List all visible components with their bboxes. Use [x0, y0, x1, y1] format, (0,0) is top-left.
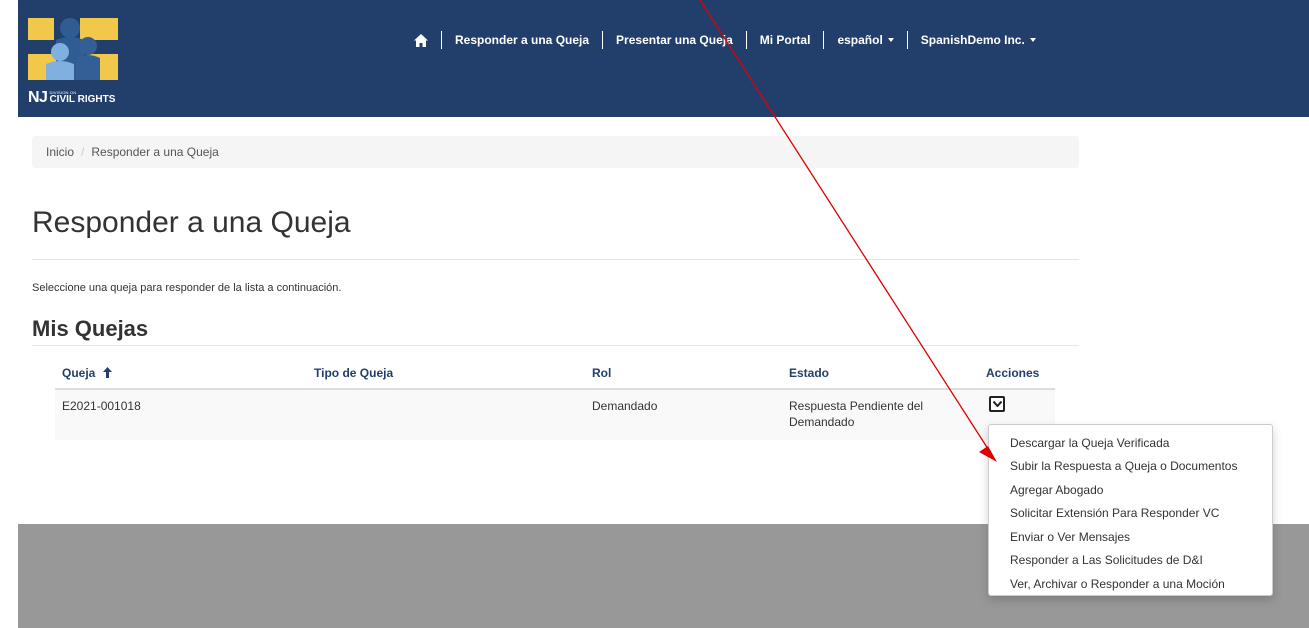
table-row: E2021-001018 Demandado Respuesta Pendien…	[55, 390, 1055, 440]
nav-language-dropdown[interactable]: español	[837, 33, 894, 47]
caret-down-icon	[1029, 38, 1036, 42]
column-header-acciones: Acciones	[986, 366, 1040, 380]
nav-separator	[823, 31, 825, 49]
nav-mi-portal[interactable]: Mi Portal	[760, 33, 811, 47]
breadcrumb-separator: /	[81, 145, 85, 159]
column-header-tipo[interactable]: Tipo de Queja	[314, 366, 393, 380]
cell-queja: E2021-001018	[62, 399, 141, 413]
logo-emblem	[28, 18, 118, 80]
nav-account-dropdown[interactable]: SpanishDemo Inc.	[921, 33, 1036, 47]
section-title: Mis Quejas	[32, 316, 149, 341]
home-icon	[414, 33, 428, 47]
breadcrumb-current: Responder a una Queja	[91, 145, 219, 159]
main-nav: Responder a una Queja Presentar una Quej…	[414, 31, 1036, 49]
page-title: Responder a una Queja	[32, 206, 351, 239]
logo-nj: NJ	[28, 89, 48, 106]
menu-item-subir-respuesta[interactable]: Subir la Respuesta a Queja o Documentos	[989, 455, 1272, 479]
chevron-down-icon	[992, 401, 1002, 407]
column-header-estado[interactable]: Estado	[789, 366, 829, 380]
breadcrumb: Inicio / Responder a una Queja	[32, 136, 1079, 168]
column-header-rol[interactable]: Rol	[592, 366, 611, 380]
intro-text: Seleccione una queja para responder de l…	[32, 282, 342, 294]
divider	[32, 259, 1079, 260]
column-header-queja[interactable]: Queja	[62, 366, 112, 380]
menu-item-descargar-queja[interactable]: Descargar la Queja Verificada	[989, 431, 1272, 455]
logo-text: NJ DIVISION ON CIVIL RIGHTS	[28, 88, 138, 108]
menu-item-enviar-mensajes[interactable]: Enviar o Ver Mensajes	[989, 525, 1272, 549]
nav-separator	[745, 31, 747, 49]
menu-item-solicitar-extension[interactable]: Solicitar Extensión Para Responder VC	[989, 502, 1272, 526]
actions-dropdown-button[interactable]	[989, 396, 1005, 412]
caret-down-icon	[887, 38, 894, 42]
menu-item-agregar-abogado[interactable]: Agregar Abogado	[989, 478, 1272, 502]
divider	[32, 345, 1079, 346]
nav-responder-queja[interactable]: Responder a una Queja	[455, 33, 589, 47]
actions-menu: Descargar la Queja Verificada Subir la R…	[988, 424, 1273, 596]
logo-main-text: CIVIL RIGHTS	[49, 94, 116, 105]
account-label: SpanishDemo Inc.	[920, 33, 1025, 47]
cell-estado: Respuesta Pendiente del Demandado	[789, 399, 924, 429]
menu-item-mocion[interactable]: Ver, Archivar o Responder a una Moción	[989, 572, 1272, 596]
nav-presentar-queja[interactable]: Presentar una Queja	[616, 33, 733, 47]
table-header: Queja Tipo de Queja Rol Estado Acciones	[55, 362, 1055, 390]
nav-home[interactable]	[414, 33, 428, 47]
complaints-table: Queja Tipo de Queja Rol Estado Acciones …	[55, 362, 1055, 440]
nj-civil-rights-logo[interactable]: NJ DIVISION ON CIVIL RIGHTS	[28, 18, 118, 108]
nav-separator	[602, 31, 604, 49]
cell-rol: Demandado	[592, 399, 658, 413]
nav-separator	[906, 31, 908, 49]
nav-separator	[441, 31, 442, 49]
menu-item-responder-solicitudes[interactable]: Responder a Las Solicitudes de D&I	[989, 549, 1272, 573]
top-navbar: NJ DIVISION ON CIVIL RIGHTS Responder a …	[18, 0, 1309, 117]
sort-ascending-icon	[102, 367, 112, 378]
breadcrumb-home-link[interactable]: Inicio	[46, 145, 74, 159]
language-label: español	[837, 33, 883, 47]
